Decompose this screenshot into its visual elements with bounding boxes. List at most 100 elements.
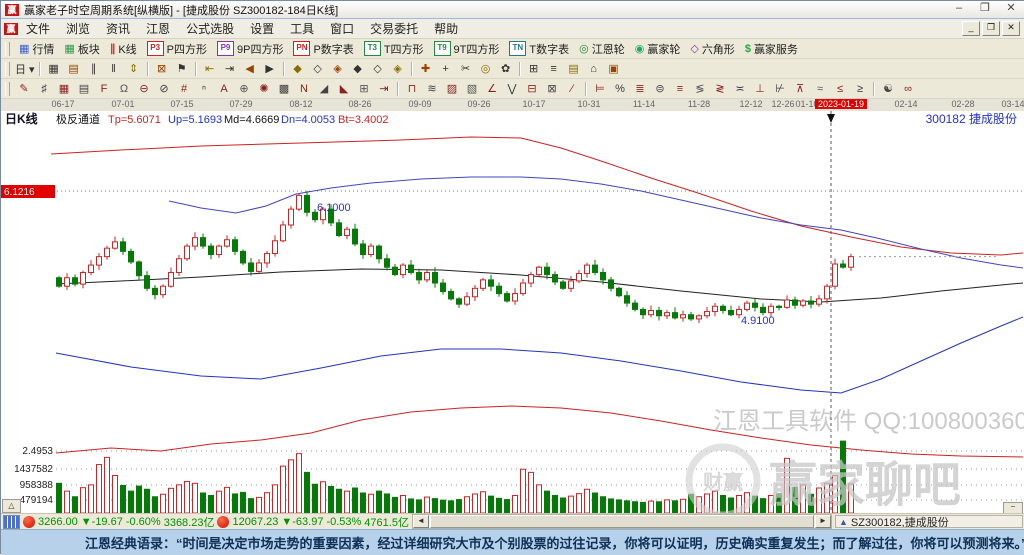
chart-tool-icon[interactable]: ◆: [348, 60, 368, 77]
draw-tool-icon[interactable]: ≥: [850, 80, 870, 97]
chart-tool-icon[interactable]: ▤: [64, 60, 84, 77]
toolbar-item-gann-wheel[interactable]: ◎江恩轮: [574, 40, 630, 58]
toolbar-grip[interactable]: [5, 42, 10, 56]
chart-tool-icon[interactable]: ⇥: [220, 60, 240, 77]
toolbar-item-winner-wheel[interactable]: ◉赢家轮: [630, 40, 686, 58]
chart-tool-icon[interactable]: ✚: [416, 60, 436, 77]
draw-tool-icon[interactable]: ✎: [14, 80, 34, 97]
date-tick[interactable]: 09-26: [467, 99, 490, 109]
date-tick[interactable]: 12-12: [739, 99, 762, 109]
date-tick[interactable]: 12-26: [771, 99, 794, 109]
toolbar-item-sectors[interactable]: ▦板块: [59, 40, 104, 58]
date-tick[interactable]: 10-31: [577, 99, 600, 109]
current-stock-panel[interactable]: ▲ SZ300182,捷成股份: [835, 515, 1023, 528]
draw-tool-icon[interactable]: ◣: [334, 80, 354, 97]
menu-item-浏览[interactable]: 浏览: [58, 18, 98, 39]
chart-tool-icon[interactable]: ▤: [564, 60, 584, 77]
toolbar-grip[interactable]: [5, 62, 10, 76]
chart-tool-icon[interactable]: ‖: [104, 60, 124, 77]
draw-tool-icon[interactable]: ⊬: [770, 80, 790, 97]
draw-tool-icon[interactable]: ☯: [878, 80, 898, 97]
draw-tool-icon[interactable]: N: [294, 80, 314, 97]
draw-tool-icon[interactable]: ▨: [442, 80, 462, 97]
draw-tool-icon[interactable]: ⇥: [374, 80, 394, 97]
date-tick[interactable]: 02-28: [951, 99, 974, 109]
date-tick[interactable]: 11-28: [688, 99, 710, 109]
draw-tool-icon[interactable]: A: [214, 80, 234, 97]
chart-tool-icon[interactable]: ⊠: [152, 60, 172, 77]
chart-tool-icon[interactable]: 日 ▾: [14, 60, 36, 77]
pane-collapse-button[interactable]: △: [2, 499, 21, 513]
mdi-minimize-button[interactable]: _: [962, 21, 980, 36]
toolbar-item-winner-service[interactable]: $赢家服务: [740, 40, 803, 58]
draw-tool-icon[interactable]: ∞: [898, 80, 918, 97]
menu-item-文件[interactable]: 文件: [18, 18, 58, 39]
toolbar-grip[interactable]: [5, 82, 10, 96]
chart-tool-icon[interactable]: ▶: [260, 60, 280, 77]
draw-tool-icon[interactable]: ⊜: [650, 80, 670, 97]
menu-item-公式选股[interactable]: 公式选股: [178, 18, 242, 39]
date-tick[interactable]: 10-17: [522, 99, 545, 109]
toolbar-item-9t-square[interactable]: T99T四方形: [429, 40, 505, 58]
draw-tool-icon[interactable]: ▧: [462, 80, 482, 97]
draw-tool-icon[interactable]: ∕: [562, 80, 582, 97]
kline-chart[interactable]: 2.495314375829583884791946.1216日K线极反通道Tp…: [1, 111, 1024, 513]
draw-tool-icon[interactable]: ◢: [314, 80, 334, 97]
chart-tool-icon[interactable]: ⇤: [200, 60, 220, 77]
chart-tool-icon[interactable]: ✂: [456, 60, 476, 77]
draw-tool-icon[interactable]: ≶: [690, 80, 710, 97]
scroll-right-button[interactable]: ►: [815, 515, 831, 528]
mdi-restore-button[interactable]: ❐: [982, 21, 1000, 36]
draw-tool-icon[interactable]: ⊕: [234, 80, 254, 97]
draw-tool-icon[interactable]: ⊨: [590, 80, 610, 97]
draw-tool-icon[interactable]: ≤: [830, 80, 850, 97]
draw-tool-icon[interactable]: ⊼: [790, 80, 810, 97]
chart-tool-icon[interactable]: ◈: [388, 60, 408, 77]
maximize-button[interactable]: ❐: [975, 3, 995, 16]
chart-tool-icon[interactable]: ▣: [604, 60, 624, 77]
draw-tool-icon[interactable]: ⊠: [542, 80, 562, 97]
minimize-button[interactable]: –: [949, 3, 969, 16]
draw-tool-icon[interactable]: ⊓: [402, 80, 422, 97]
draw-tool-icon[interactable]: ≈: [810, 80, 830, 97]
draw-tool-icon[interactable]: ≷: [710, 80, 730, 97]
draw-tool-icon[interactable]: ⊘: [154, 80, 174, 97]
menu-item-工具[interactable]: 工具: [282, 18, 322, 39]
date-tick[interactable]: 02-14: [894, 99, 917, 109]
close-button[interactable]: ✕: [1001, 3, 1021, 16]
toolbar-item-quotes[interactable]: ▦行情: [14, 40, 59, 58]
draw-tool-icon[interactable]: %: [610, 80, 630, 97]
draw-tool-icon[interactable]: ≋: [422, 80, 442, 97]
chart-tool-icon[interactable]: ◇: [368, 60, 388, 77]
toolbar-item-t-table[interactable]: TNT数字表: [504, 40, 574, 58]
draw-tool-icon[interactable]: Ω: [114, 80, 134, 97]
draw-tool-icon[interactable]: ⊥: [750, 80, 770, 97]
chart-tool-icon[interactable]: ≡: [544, 60, 564, 77]
draw-tool-icon[interactable]: ♯: [34, 80, 54, 97]
date-tick[interactable]: 11-14: [633, 99, 655, 109]
mdi-close-button[interactable]: ✕: [1002, 21, 1020, 36]
chart-tool-icon[interactable]: ▦: [44, 60, 64, 77]
draw-tool-icon[interactable]: ▦: [54, 80, 74, 97]
toolbar-item-kline[interactable]: ∥K线: [105, 40, 142, 58]
chart-tool-icon[interactable]: ◇: [308, 60, 328, 77]
toolbar-item-p-square[interactable]: P3P四方形: [142, 40, 212, 58]
chart-tool-icon[interactable]: ✿: [496, 60, 516, 77]
active-date-label[interactable]: 2023-01-19: [815, 99, 867, 109]
scroll-left-button[interactable]: ◄: [413, 515, 429, 528]
menu-item-窗口[interactable]: 窗口: [322, 18, 362, 39]
draw-tool-icon[interactable]: ⊖: [134, 80, 154, 97]
draw-tool-icon[interactable]: ≣: [630, 80, 650, 97]
draw-tool-icon[interactable]: ▩: [274, 80, 294, 97]
market-grid-icon[interactable]: [3, 515, 20, 529]
date-tick[interactable]: 08-12: [289, 99, 312, 109]
draw-tool-icon[interactable]: F: [94, 80, 114, 97]
draw-tool-icon[interactable]: ▤: [74, 80, 94, 97]
chart-tool-icon[interactable]: ⌂: [584, 60, 604, 77]
chart-tool-icon[interactable]: +: [436, 60, 456, 77]
draw-tool-icon[interactable]: ✺: [254, 80, 274, 97]
date-tick[interactable]: 09-09: [408, 99, 431, 109]
draw-tool-icon[interactable]: ⊞: [354, 80, 374, 97]
chart-tool-icon[interactable]: ◎: [476, 60, 496, 77]
chart-tool-icon[interactable]: ⇕: [124, 60, 144, 77]
